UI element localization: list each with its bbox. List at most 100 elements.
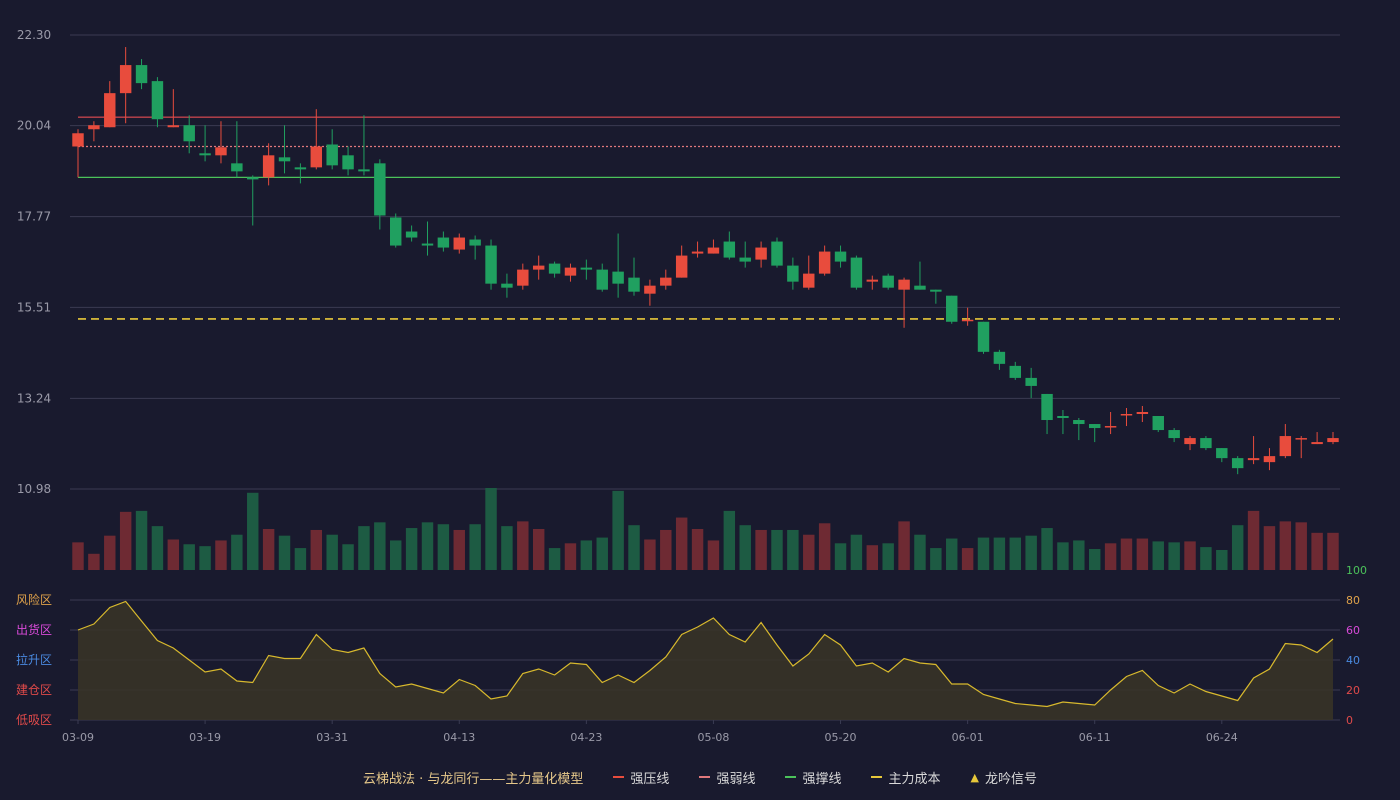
volume-bar	[993, 537, 1006, 570]
candle-body	[405, 231, 418, 238]
volume-bar	[1216, 549, 1228, 570]
candle-body	[453, 237, 465, 250]
candle-body	[834, 251, 847, 262]
line-dashed-icon	[871, 776, 883, 778]
candle-body	[771, 241, 783, 266]
candle-body	[421, 243, 434, 246]
volume-bar	[199, 546, 211, 570]
volume-bar	[453, 529, 465, 570]
osc-zone-label: 拉升区	[16, 652, 52, 667]
candle-body	[961, 319, 974, 322]
candle-body	[1216, 448, 1228, 459]
candle-body	[1311, 442, 1323, 445]
candle-body	[517, 269, 529, 286]
candle-body	[88, 125, 100, 130]
candle-body	[691, 251, 704, 254]
candle-body	[342, 155, 354, 170]
volume-bar	[882, 543, 894, 570]
volume-bar	[1104, 543, 1117, 570]
candle-body	[548, 263, 561, 274]
volume-bar	[1041, 528, 1053, 570]
date-tick-label: 04-13	[443, 731, 475, 744]
volume-bar	[1263, 526, 1276, 570]
candle-body	[628, 277, 640, 292]
osc-tick-label: 20	[1346, 684, 1360, 697]
candle-body	[1073, 420, 1085, 425]
date-tick-label: 03-31	[316, 731, 348, 744]
candle-body	[104, 93, 116, 128]
line-dotted-icon	[699, 776, 711, 778]
candle-body	[1104, 426, 1117, 428]
candle-body	[374, 163, 386, 216]
date-tick-label: 03-09	[62, 731, 94, 744]
legend-item-support[interactable]: 强撑线	[785, 768, 841, 787]
legend-item-weak[interactable]: 强弱线	[699, 768, 755, 787]
price-tick-label: 15.51	[17, 300, 51, 314]
candle-body	[167, 125, 180, 128]
date-tick-label: 06-24	[1206, 731, 1238, 744]
date-tick-label: 05-08	[697, 731, 729, 744]
legend-label: 强压线	[630, 771, 670, 787]
candle-body	[1057, 416, 1069, 419]
legend-label: 龙吟信号	[984, 771, 1037, 787]
candle-body	[1263, 456, 1276, 463]
volume-bar	[930, 548, 942, 570]
legend-item-resistance[interactable]: 强压线	[613, 768, 669, 787]
candle-body	[564, 267, 577, 276]
candle-body	[262, 155, 275, 178]
volume-bar	[755, 529, 767, 570]
candle-body	[358, 169, 370, 172]
osc-tick-label: 80	[1346, 594, 1360, 607]
volume-bar	[660, 529, 672, 570]
candle-body	[72, 133, 84, 147]
candle-body	[183, 125, 195, 142]
candle-body	[390, 217, 402, 246]
volume-bar	[342, 544, 354, 570]
price-tick-label: 13.24	[17, 391, 51, 405]
osc-area	[78, 601, 1333, 720]
candle-body	[596, 269, 608, 290]
candle-body	[930, 289, 942, 292]
date-tick-label: 04-23	[570, 731, 602, 744]
legend-label: 强撑线	[802, 771, 842, 787]
legend-item-signal[interactable]: ▲ 龙吟信号	[970, 768, 1036, 787]
volume-bar	[723, 510, 736, 570]
legend-item-cost[interactable]: 主力成本	[871, 768, 940, 787]
candle-body	[1184, 438, 1196, 445]
volume-bar	[1073, 540, 1085, 570]
triangle-up-icon: ▲	[970, 770, 979, 784]
candle-body	[1025, 377, 1037, 386]
price-tick-label: 10.98	[17, 482, 51, 496]
volume-bar	[88, 553, 100, 570]
osc-zone-label: 风险区	[16, 592, 52, 607]
volume-bar	[326, 534, 338, 570]
volume-bar	[1025, 535, 1037, 570]
volume-bar	[1311, 532, 1323, 570]
osc-zone-label: 出货区	[16, 622, 52, 637]
candle-body	[501, 283, 513, 288]
volume-bar	[866, 545, 879, 570]
candle-body	[882, 275, 894, 288]
candle-body	[850, 257, 863, 288]
volume-bar	[1327, 532, 1339, 570]
volume-bar	[946, 538, 958, 570]
candle-body	[1041, 393, 1053, 421]
candle-body	[755, 247, 767, 260]
volume-bar	[374, 522, 386, 570]
volume-bar	[580, 540, 593, 570]
candle-body	[151, 81, 164, 120]
osc-tick-label: 40	[1346, 654, 1360, 667]
volume-bar	[564, 543, 577, 570]
volume-bar	[1136, 538, 1149, 570]
volume-bar	[104, 535, 116, 570]
candle-body	[294, 167, 307, 170]
volume-bar	[739, 525, 751, 570]
volume-bar	[628, 525, 640, 570]
volume-bar	[358, 526, 370, 570]
volume-bar	[437, 524, 450, 570]
line-solid-icon	[785, 776, 797, 778]
candle-body	[580, 267, 593, 270]
volume-bar	[1088, 549, 1101, 570]
volume-bar	[421, 522, 434, 570]
osc-tick-label: 100	[1346, 564, 1367, 577]
